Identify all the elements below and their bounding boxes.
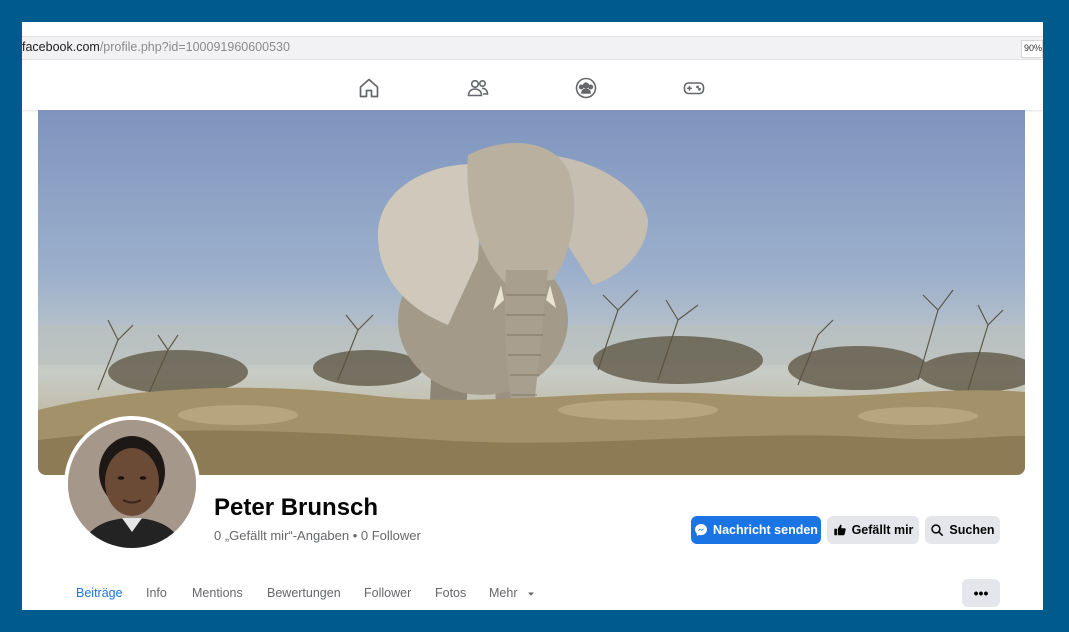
tab-mehr-label: Mehr xyxy=(489,586,518,600)
cover-photo[interactable] xyxy=(38,110,1025,475)
tab-beitraege[interactable]: Beiträge xyxy=(76,586,123,600)
send-message-button[interactable]: Nachricht senden xyxy=(691,516,821,544)
search-button[interactable]: Suchen xyxy=(925,516,1000,544)
address-bar[interactable]: facebook.com/profile.php?id=100091960600… xyxy=(22,36,1043,60)
thumbs-up-icon xyxy=(833,524,846,536)
profile-avatar[interactable] xyxy=(64,416,200,552)
browser-window: facebook.com/profile.php?id=100091960600… xyxy=(22,22,1043,610)
top-navigation xyxy=(22,66,1043,110)
profile-stats[interactable]: 0 „Gefällt mir“-Angaben • 0 Follower xyxy=(214,528,421,543)
zoom-indicator[interactable]: 90% xyxy=(1021,40,1043,58)
tab-mentions[interactable]: Mentions xyxy=(192,586,243,600)
avatar-photo xyxy=(68,420,196,548)
home-icon[interactable] xyxy=(357,76,381,100)
profile-name: Peter Brunsch xyxy=(214,494,379,521)
url-path: /profile.php?id=100091960600530 xyxy=(99,40,290,54)
tab-info[interactable]: Info xyxy=(146,586,167,600)
tab-mehr[interactable]: Mehr xyxy=(489,586,535,600)
tab-follower[interactable]: Follower xyxy=(364,586,411,600)
search-icon xyxy=(931,524,944,537)
search-label: Suchen xyxy=(949,523,995,537)
like-page-button[interactable]: Gefällt mir xyxy=(827,516,919,544)
send-message-label: Nachricht senden xyxy=(713,523,818,537)
groups-icon[interactable] xyxy=(574,76,598,100)
url-text[interactable]: facebook.com/profile.php?id=100091960600… xyxy=(22,40,290,54)
like-label: Gefällt mir xyxy=(851,523,914,537)
tab-bewertungen[interactable]: Bewertungen xyxy=(267,586,341,600)
gaming-icon[interactable] xyxy=(682,76,706,100)
friends-icon[interactable] xyxy=(466,76,490,100)
messenger-icon xyxy=(695,524,707,536)
tab-fotos[interactable]: Fotos xyxy=(435,586,466,600)
caret-down-icon xyxy=(527,592,534,596)
more-options-button[interactable]: ••• xyxy=(962,579,1000,607)
url-host: facebook.com xyxy=(22,40,100,54)
